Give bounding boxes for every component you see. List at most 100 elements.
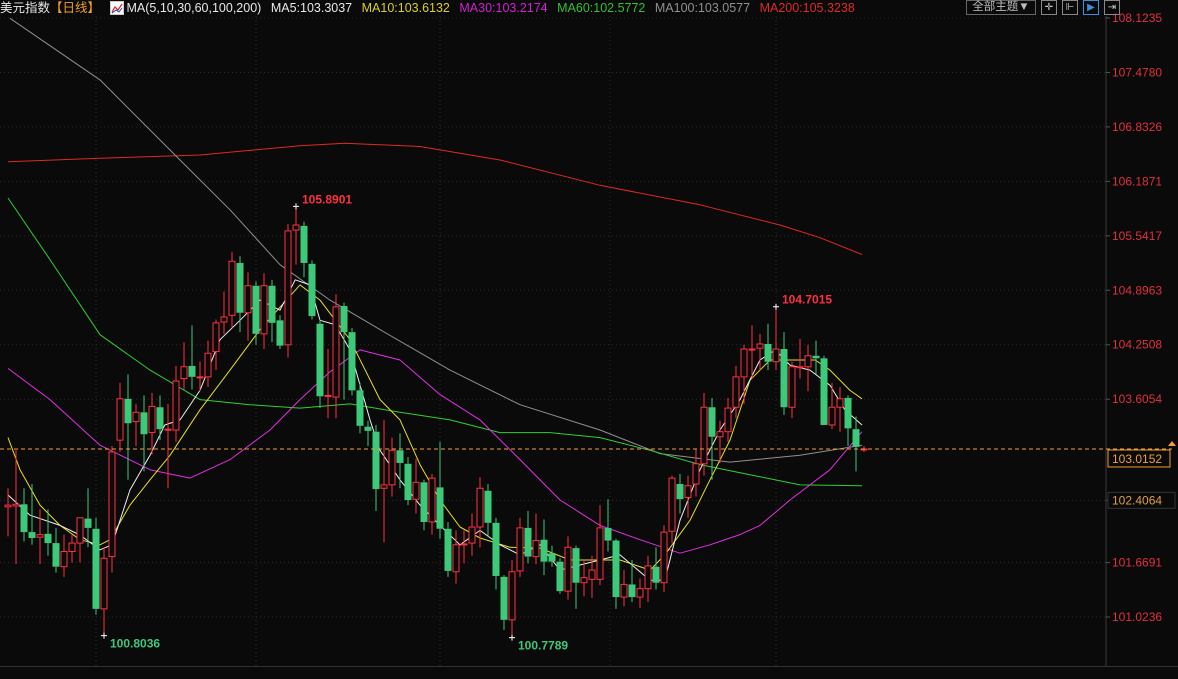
- candle-body-down: [436, 487, 444, 529]
- candle-body-up: [588, 569, 596, 580]
- candle-body-down: [356, 390, 364, 426]
- candle: [500, 575, 508, 630]
- candle-body-up: [452, 544, 460, 573]
- candle: [404, 457, 412, 506]
- candle: [188, 325, 196, 390]
- candle-body-down: [572, 548, 580, 583]
- candle-body-down: [396, 450, 404, 463]
- candle: [724, 397, 732, 442]
- candle-body-up: [796, 366, 804, 369]
- candle-body-down: [628, 584, 636, 598]
- candle: [836, 386, 844, 432]
- theme-dropdown[interactable]: 全部主题▼: [966, 0, 1036, 15]
- candle-body-down: [612, 540, 620, 598]
- candle: [436, 441, 444, 539]
- candle-body-down: [524, 527, 532, 557]
- candle-body-up: [476, 487, 484, 528]
- candle: [420, 479, 428, 531]
- candle: [124, 374, 132, 480]
- candle: [228, 252, 236, 328]
- candle-body-up: [460, 543, 468, 546]
- candle: [20, 488, 28, 542]
- candle: [92, 517, 100, 615]
- candle: [220, 291, 228, 334]
- candle-body-down: [348, 332, 356, 391]
- candle: [396, 433, 404, 489]
- extreme-marker-icon: [773, 303, 779, 310]
- candle-body-up: [100, 557, 108, 610]
- candle-body-down: [500, 576, 508, 620]
- candle-body-up: [724, 407, 732, 433]
- candle-body-up: [212, 322, 220, 353]
- low-price-annotation: 100.7789: [518, 639, 568, 653]
- candle-body-up: [716, 431, 724, 438]
- y-tick-label: 106.8326: [1112, 120, 1162, 134]
- ma60-value: MA60:102.5772: [557, 1, 646, 15]
- candle: [652, 547, 660, 590]
- candle: [364, 420, 372, 447]
- period-label[interactable]: 【日线】: [50, 1, 100, 15]
- candle-body-up: [76, 517, 84, 544]
- candle: [68, 534, 76, 563]
- candle: [348, 327, 356, 396]
- candle: [164, 403, 172, 489]
- candle: [796, 338, 804, 379]
- candle-body-down: [364, 426, 372, 431]
- candle: [324, 349, 332, 419]
- candle: [148, 392, 156, 455]
- candle: [116, 382, 124, 452]
- candle-body-down: [276, 320, 284, 346]
- candle-body-down: [444, 528, 452, 571]
- candle: [764, 323, 772, 371]
- candlestick-chart[interactable]: 108.1235107.4780106.8326106.1871105.5417…: [0, 0, 1178, 679]
- candle: [180, 342, 188, 390]
- candle: [788, 361, 796, 419]
- candle-body-up: [836, 398, 844, 408]
- candle: [428, 473, 436, 535]
- candle: [268, 279, 276, 343]
- candle: [524, 511, 532, 564]
- candle-body-up: [620, 583, 628, 598]
- ma-indicator-icon[interactable]: [109, 1, 124, 15]
- candle-body-up: [260, 285, 268, 335]
- ma200-value: MA200:105.3238: [759, 1, 855, 15]
- candle: [844, 395, 852, 447]
- instrument-title: 美元指数: [0, 1, 51, 15]
- candle: [484, 484, 492, 538]
- crosshair-icon[interactable]: ✛: [1041, 0, 1057, 15]
- y-tick-label: 107.4780: [1112, 65, 1162, 79]
- candle: [700, 392, 708, 476]
- candle: [676, 473, 684, 514]
- candle: [636, 578, 644, 609]
- candle: [76, 517, 84, 563]
- candle-body-up: [636, 588, 644, 598]
- candle-body-up: [60, 551, 68, 568]
- move-right-icon[interactable]: ⇥: [1104, 0, 1120, 15]
- ma100-value: MA100:103.0577: [654, 1, 751, 15]
- y-tick-label: 106.1871: [1112, 174, 1162, 188]
- candle: [468, 513, 476, 556]
- candle: [196, 361, 204, 392]
- ma30-value: MA30:103.2174: [459, 1, 548, 15]
- candle: [660, 525, 668, 593]
- candle: [212, 319, 220, 371]
- candle: [668, 475, 676, 544]
- candle-body-up: [828, 406, 836, 426]
- candle-body-up: [804, 355, 812, 368]
- y-tick-label: 105.5417: [1112, 229, 1162, 243]
- candle-body-down: [20, 504, 28, 533]
- candle: [380, 419, 388, 543]
- ma5-value: MA5:103.3037: [270, 1, 353, 15]
- candle-body-down: [140, 412, 148, 435]
- play-icon[interactable]: ▶: [1083, 0, 1099, 15]
- candle-body-down: [52, 543, 60, 567]
- candle: [580, 559, 588, 597]
- candle-body-down: [852, 429, 860, 447]
- zoom-range-icon[interactable]: ⊩: [1062, 0, 1078, 15]
- candle-body-up: [68, 542, 76, 553]
- candle: [316, 319, 324, 409]
- candle-body-up: [12, 503, 20, 507]
- candle-body-down: [812, 355, 820, 359]
- candle-body-down: [764, 343, 772, 362]
- candle: [412, 458, 420, 514]
